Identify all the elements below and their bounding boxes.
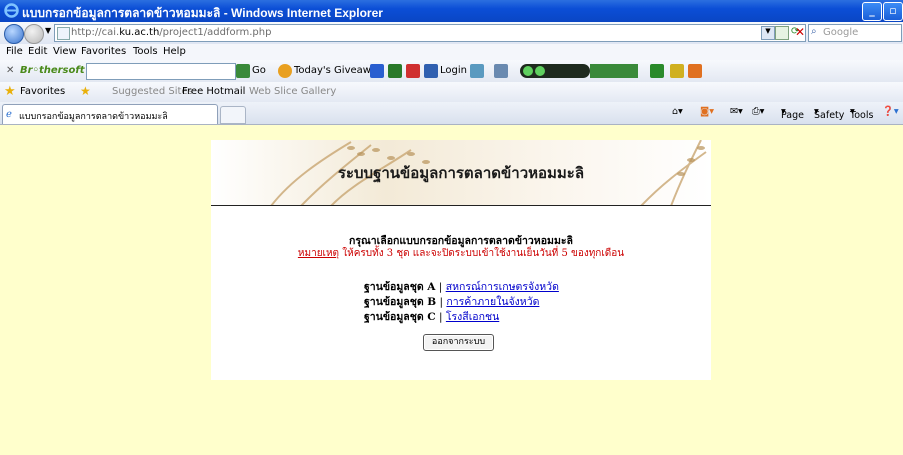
window-titlebar: แบบกรอกข้อมูลการตลาดข้าวหอมมะลิ - Window… [0,0,903,22]
search-placeholder: Google [823,27,859,38]
login-button[interactable]: Login [440,65,467,76]
address-toolbar: ▼ http://cai.ku.ac.th/project1/addform.p… [0,22,903,45]
form-panel: ระบบฐานข้อมูลการตลาดข้าวหอมมะลิ กรุณาเลื… [211,140,711,380]
dataset-c-link[interactable]: โรงสีเอกชน [446,311,499,323]
dataset-b-link[interactable]: การค้าภายในจังหวัด [446,296,539,308]
toolbar-search-input[interactable] [86,63,236,80]
tools-menu[interactable]: Tools ▾ [850,106,873,121]
dataset-c-row: ฐานข้อมูลชุด C | โรงสีเอกชน [364,308,499,325]
favorites-star-icon: ★ [4,84,16,99]
login-icon [424,64,438,78]
toolbar-icon-8[interactable] [688,64,702,78]
separator: | [435,311,446,323]
toolbar-icon-4[interactable] [470,64,484,78]
url-path: /project1/addform.php [159,27,272,38]
logout-button[interactable]: ออกจากระบบ [423,334,494,351]
volume-slider[interactable] [590,64,638,78]
tab-active[interactable]: ℯ แบบกรอกข้อมูลการตลาดข้าวหอมมะลิ [2,104,218,124]
separator: | [436,296,447,308]
tools-menu-label: Tools [850,110,874,121]
brothersoft-logo: Br◦thersoft [20,65,85,76]
search-input[interactable]: ⌕ Google [808,24,902,42]
note-text: หมายเหตุ ให้ครบทั้ง 3 ชุด และจะปิดระบบเข… [211,246,711,261]
toolbar-icon-1[interactable] [370,64,384,78]
mail-icon[interactable]: ✉▾ [730,106,743,117]
dataset-b-label: ฐานข้อมูลชุด B [364,296,437,308]
home-icon[interactable]: ⌂▾ [672,106,683,117]
page-content: ระบบฐานข้อมูลการตลาดข้าวหอมมะลิ กรุณาเลื… [0,125,903,455]
tab-label: แบบกรอกข้อมูลการตลาดข้าวหอมมะลิ [19,112,168,122]
menu-help[interactable]: Help [163,46,186,57]
brothersoft-toolbar: ✕ Br◦thersoft Go Today's Giveaway Login [0,60,903,83]
go-icon[interactable] [236,64,250,78]
feeds-icon[interactable]: ◙▾ [700,106,714,117]
go-button[interactable]: Go [252,65,266,76]
page-menu[interactable]: Page ▾ [781,106,804,121]
tab-bar: ℯ แบบกรอกข้อมูลการตลาดข้าวหอมมะลิ ⌂▾ ◙▾ … [0,102,903,125]
toolbar-icon-6[interactable] [650,64,664,78]
history-dropdown-icon[interactable]: ▼ [45,26,51,35]
add-favorites-icon[interactable]: ★ [80,84,91,98]
menu-favorites[interactable]: Favorites [81,46,126,57]
dataset-a-link[interactable]: สหกรณ์การเกษตรจังหวัด [446,281,559,293]
page-menu-label: Page [781,110,804,121]
url-domain: ku.ac.th [119,27,160,38]
toolbar-icon-2[interactable] [388,64,402,78]
ie-logo-icon [4,3,19,18]
menu-view[interactable]: View [53,46,77,57]
forward-button[interactable] [24,24,44,44]
toolbar-icon-7[interactable] [670,64,684,78]
free-hotmail-link[interactable]: Free Hotmail [182,86,245,97]
stop-icon[interactable]: ✕ [795,25,805,39]
note-link[interactable]: หมายเหตุ [298,248,339,259]
separator: | [435,281,446,293]
close-toolbar-icon[interactable]: ✕ [6,65,14,76]
favorites-bar: ★ Favorites ★ Suggested Sites Free Hotma… [0,82,903,103]
address-input[interactable]: http://cai.ku.ac.th/project1/addform.php… [54,24,806,42]
minimize-button[interactable]: _ [862,2,882,21]
address-dropdown-icon[interactable]: ▼ [761,26,775,40]
new-tab-button[interactable] [220,106,246,124]
menu-edit[interactable]: Edit [28,46,47,57]
dataset-c-label: ฐานข้อมูลชุด C [364,311,436,323]
print-icon[interactable]: ⎙▾ [752,106,764,117]
safety-menu[interactable]: Safety ▾ [814,106,844,121]
url-prefix: http://cai. [71,27,120,38]
maximize-button[interactable]: ▫ [883,2,903,21]
divider [211,205,711,206]
rice-banner: ระบบฐานข้อมูลการตลาดข้าวหอมมะลิ [211,140,711,206]
window-title: แบบกรอกข้อมูลการตลาดข้าวหอมมะลิ - Window… [22,6,383,20]
menu-tools[interactable]: Tools [133,46,158,57]
note-body: ให้ครบทั้ง 3 ชุด และจะปิดระบบเข้าใช้งานเ… [339,248,625,259]
favorites-button[interactable]: Favorites [20,86,65,97]
menu-bar: File Edit View Favorites Tools Help [0,44,903,61]
search-provider-icon: ⌕ [811,26,817,37]
toolbar-icon-5[interactable] [494,64,508,78]
page-title: ระบบฐานข้อมูลการตลาดข้าวหอมมะลิ [337,164,585,182]
giveaway-icon [278,64,292,78]
help-icon[interactable]: ❓▾ [882,106,899,117]
media-player-widget[interactable] [520,64,590,78]
compatibility-icon[interactable] [775,26,789,40]
suggested-sites-link[interactable]: Suggested Sites [112,86,193,97]
tab-ie-icon: ℯ [6,109,12,120]
safety-menu-label: Safety [814,110,845,121]
web-slice-gallery-link[interactable]: Web Slice Gallery [249,86,336,97]
page-icon [57,27,70,40]
dataset-a-label: ฐานข้อมูลชุด A [364,281,436,293]
menu-file[interactable]: File [6,46,23,57]
back-button[interactable] [4,24,24,44]
toolbar-icon-3[interactable] [406,64,420,78]
